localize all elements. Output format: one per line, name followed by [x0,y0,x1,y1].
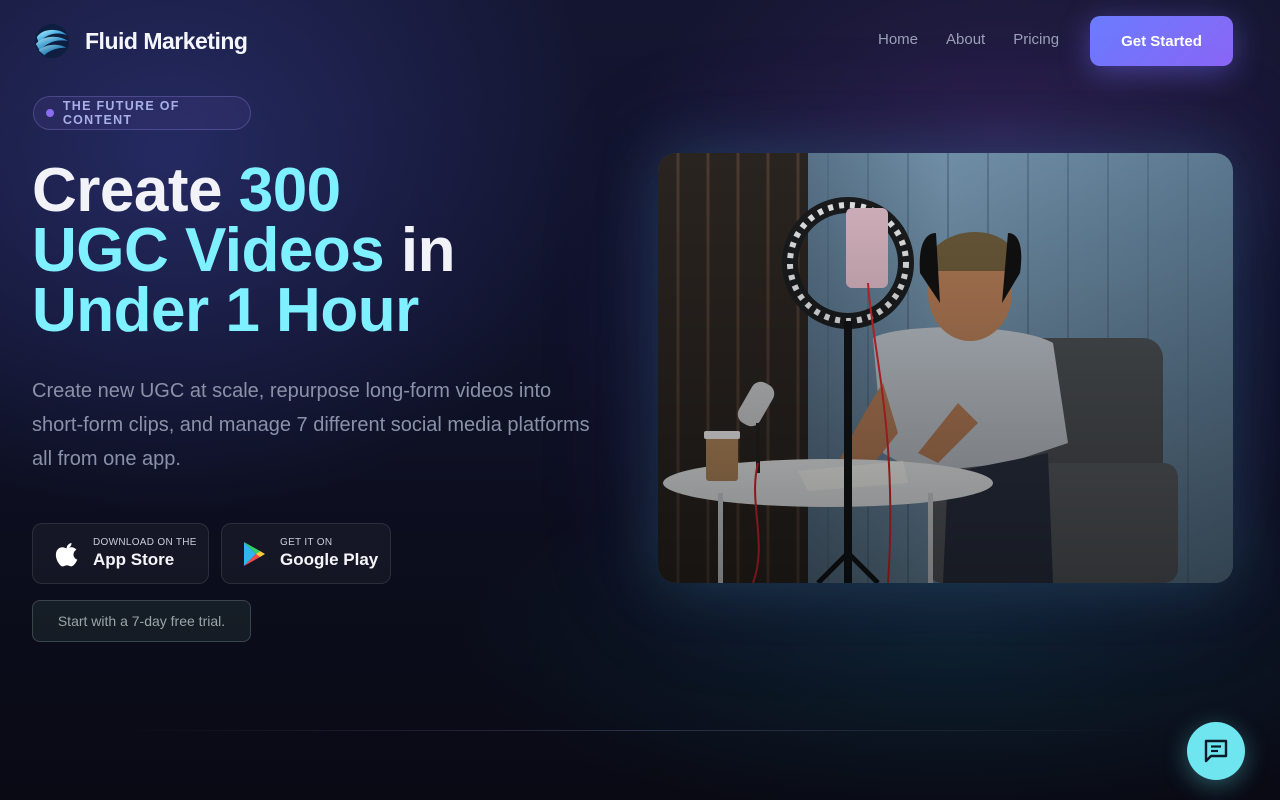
headline-in: in [384,216,456,285]
app-store-text: Download on the App Store [93,537,197,570]
section-divider [110,730,1170,731]
badge-text: THE FUTURE OF CONTENT [62,99,180,127]
brand-name: Fluid Marketing [85,27,248,54]
apple-icon [55,542,78,566]
google-play-label: Google Play [280,550,379,569]
free-trial-note: Start with a 7-day free trial. [32,600,251,642]
headline-ugc-videos: UGC Videos [32,216,385,285]
top-navigation: Fluid Marketing Home About Pricing Get S… [0,0,1280,80]
app-store-small-label: Download on the [93,537,197,548]
nav-link-about[interactable]: About [946,31,985,48]
nav-link-pricing[interactable]: Pricing [1013,31,1059,48]
chat-icon [1204,739,1228,763]
google-play-small-label: Get it on [280,537,333,548]
nav-link-home[interactable]: Home [878,31,918,48]
hero-badge: THE FUTURE OF CONTENT [33,96,251,130]
get-started-button[interactable]: Get Started [1090,16,1233,66]
headline-300: 300 [238,156,341,225]
google-play-icon [244,541,265,566]
app-store-label: App Store [93,550,175,569]
brand[interactable]: Fluid Marketing [33,22,248,60]
creator-photo [658,153,1233,583]
hero-subtext: Create new UGC at scale, repurpose long-… [32,380,590,470]
nav-links: Home About Pricing [878,31,1059,48]
google-play-button[interactable]: Get it on Google Play [221,523,391,584]
google-play-text: Get it on Google Play [280,537,378,570]
chat-button[interactable] [1187,722,1245,780]
badge-dot-icon [46,109,54,117]
hero-image [658,153,1233,583]
hero-headline: Create 300 UGC Videos in Under 1 Hour [32,160,632,342]
headline-create: Create [32,156,239,225]
headline-under-1-hour: Under 1 Hour [32,276,419,345]
swirl-logo-icon [34,23,70,59]
app-store-button[interactable]: Download on the App Store [32,523,209,584]
